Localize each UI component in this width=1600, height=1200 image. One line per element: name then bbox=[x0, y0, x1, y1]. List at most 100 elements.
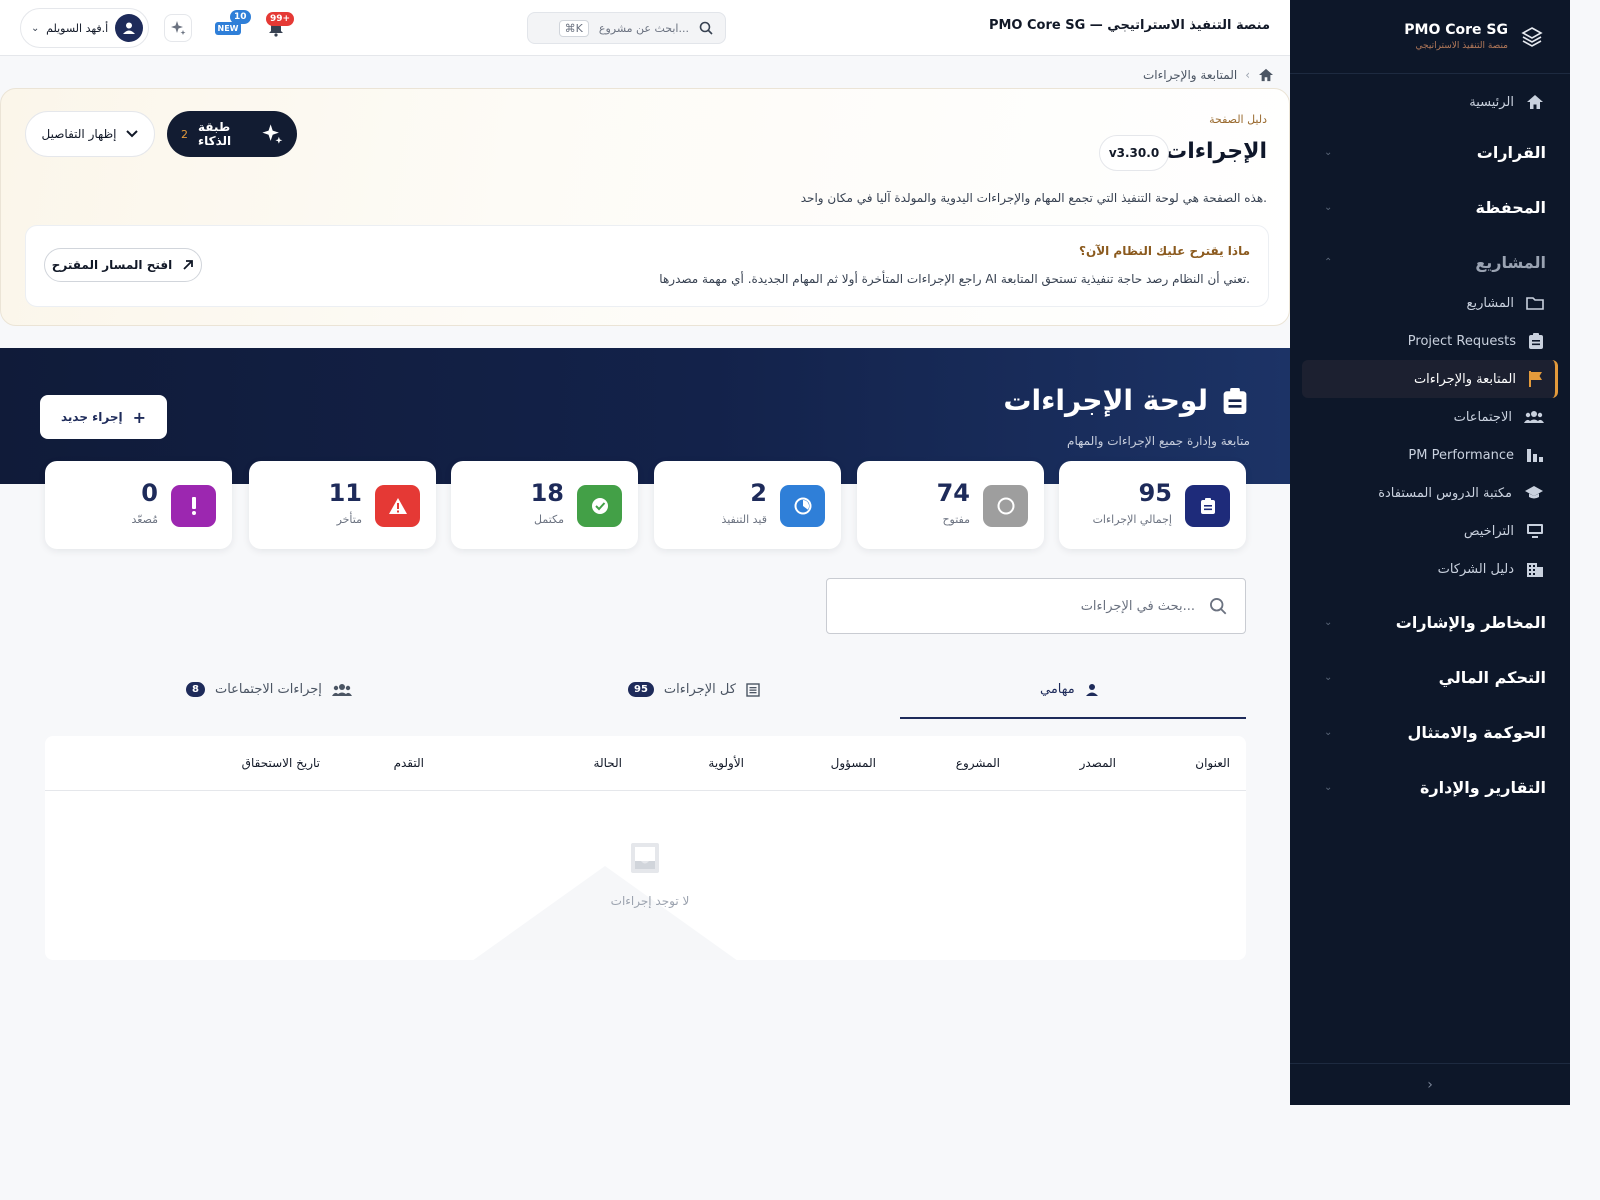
chevron-down-icon: ⌄ bbox=[1324, 616, 1333, 628]
chevron-down-icon: ⌄ bbox=[1324, 726, 1333, 738]
sidebar-item-home[interactable]: الرئيسية bbox=[1302, 83, 1558, 121]
sidebar-item-project-requests[interactable]: Project Requests bbox=[1302, 322, 1558, 360]
column-header-priority[interactable]: الأولوية bbox=[708, 756, 744, 770]
sidebar-collapse-button[interactable]: › bbox=[1290, 1063, 1570, 1105]
sidebar-section-finance[interactable]: ⌄ التحكم المالي bbox=[1302, 657, 1558, 697]
sidebar-item-label: دليل الشركات bbox=[1437, 561, 1514, 577]
open-suggested-path-button[interactable]: افتح المسار المقترح bbox=[44, 248, 202, 282]
exclamation-icon bbox=[171, 485, 216, 527]
search-placeholder: بحث في الإجراءات... bbox=[1080, 598, 1195, 614]
sidebar-item-label: PM Performance bbox=[1408, 447, 1514, 463]
brand-title: PMO Core SG bbox=[1404, 22, 1508, 38]
actions-table: العنوان المصدر المشروع المسؤول الأولوية … bbox=[45, 736, 1246, 960]
whats-new-button[interactable]: NEW 10 bbox=[214, 10, 251, 42]
user-menu[interactable]: ⌄ أ.فهد السويلم bbox=[20, 8, 149, 48]
sidebar-item-label: الاجتماعات bbox=[1453, 409, 1512, 425]
sidebar-item-label: الرئيسية bbox=[1469, 94, 1514, 110]
version-badge: v3.30.0 bbox=[1099, 135, 1169, 171]
home-icon[interactable] bbox=[1258, 68, 1274, 82]
page-title: الإجراءات bbox=[1165, 139, 1267, 164]
tab-my-tasks[interactable]: مهامي bbox=[1040, 682, 1099, 697]
sidebar-item-meetings[interactable]: الاجتماعات bbox=[1302, 398, 1558, 436]
stat-card-in-progress[interactable]: 2 قيد التنفيذ bbox=[654, 461, 841, 549]
stat-card-completed[interactable]: 18 مكتمل bbox=[451, 461, 638, 549]
stat-label: قيد التنفيذ bbox=[721, 513, 767, 526]
sidebar-section-decisions[interactable]: ⌄ القرارات bbox=[1302, 132, 1558, 172]
ai-layer-count: 2 bbox=[181, 127, 188, 141]
column-header-due-date[interactable]: تاريخ الاستحقاق bbox=[242, 756, 320, 770]
chevron-down-icon: ⌄ bbox=[1324, 671, 1333, 683]
path-button-label: افتح المسار المقترح bbox=[51, 258, 173, 272]
sidebar-section-projects[interactable]: ⌃ المشاريع bbox=[1302, 242, 1558, 282]
global-search-input[interactable]: ⌘K ابحث عن مشروع... bbox=[527, 12, 726, 44]
sidebar-section-portfolio[interactable]: ⌄ المحفظة bbox=[1302, 187, 1558, 227]
sidebar: PMO Core SG منصة التنفيذ الاستراتيجي الر… bbox=[1290, 0, 1570, 1105]
show-details-button[interactable]: إظهار التفاصيل bbox=[25, 111, 155, 157]
column-header-owner[interactable]: المسؤول bbox=[831, 756, 876, 770]
column-header-title[interactable]: العنوان bbox=[1195, 756, 1230, 770]
column-header-status[interactable]: الحالة bbox=[594, 756, 622, 770]
sidebar-section-governance[interactable]: ⌄ الحوكمة والامتثال bbox=[1302, 712, 1558, 752]
stat-label: مفتوح bbox=[942, 513, 970, 526]
sidebar-section-label: الحوكمة والامتثال bbox=[1407, 722, 1546, 742]
people-icon bbox=[1524, 410, 1544, 424]
empty-state-backdrop bbox=[465, 866, 745, 960]
stat-value: 18 bbox=[530, 479, 564, 507]
sidebar-item-label: مكتبة الدروس المستفادة bbox=[1378, 485, 1512, 501]
tab-meeting-actions[interactable]: 8 إجراءات الاجتماعات bbox=[186, 682, 352, 697]
sidebar-section-reports[interactable]: ⌄ التقارير والإدارة bbox=[1302, 767, 1558, 807]
stat-value: 0 bbox=[141, 479, 158, 507]
app-title: PMO Core SG — منصة التنفيذ الاستراتيجي bbox=[988, 18, 1270, 33]
sidebar-item-licenses[interactable]: التراخيص bbox=[1302, 512, 1558, 550]
sidebar-item-company-directory[interactable]: دليل الشركات bbox=[1302, 550, 1558, 588]
chevron-right-icon: › bbox=[1427, 1076, 1433, 1093]
search-icon bbox=[699, 21, 713, 35]
sidebar-item-follow-up[interactable]: المتابعة والإجراءات bbox=[1302, 360, 1558, 398]
chevron-down-icon: ⌄ bbox=[1324, 146, 1333, 158]
stat-card-escalated[interactable]: 0 مُصعّد bbox=[45, 461, 232, 549]
stat-value: 95 bbox=[1138, 479, 1172, 507]
flag-icon bbox=[1528, 370, 1544, 388]
stat-value: 2 bbox=[750, 479, 767, 507]
suggestion-card: ماذا يقترح عليك النظام الآن؟ راجع الإجرا… bbox=[25, 225, 1269, 307]
stat-card-total[interactable]: 95 إجمالي الإجراءات bbox=[1059, 461, 1246, 549]
tab-count: 8 bbox=[186, 682, 205, 697]
new-action-button[interactable]: إجراء جديد + bbox=[40, 395, 167, 439]
inbox-icon bbox=[630, 842, 660, 874]
notifications-badge: 99+ bbox=[266, 12, 295, 26]
stat-card-open[interactable]: 74 مفتوح bbox=[857, 461, 1044, 549]
table-header: العنوان المصدر المشروع المسؤول الأولوية … bbox=[45, 736, 1246, 791]
stat-label: مكتمل bbox=[534, 513, 564, 526]
tab-all-actions[interactable]: 95 كل الإجراءات bbox=[628, 682, 760, 697]
clipboard-icon bbox=[1222, 386, 1248, 416]
ai-layer-button[interactable]: 2 طبقة الذكاء bbox=[167, 111, 297, 157]
new-action-label: إجراء جديد bbox=[60, 410, 123, 424]
sidebar-item-lessons-library[interactable]: مكتبة الدروس المستفادة bbox=[1302, 474, 1558, 512]
people-icon bbox=[331, 683, 352, 697]
search-icon bbox=[1209, 597, 1227, 615]
stat-value: 74 bbox=[936, 479, 970, 507]
sidebar-brand[interactable]: PMO Core SG منصة التنفيذ الاستراتيجي bbox=[1290, 0, 1570, 74]
chevron-up-icon: ⌃ bbox=[1324, 256, 1333, 268]
column-header-source[interactable]: المصدر bbox=[1080, 756, 1116, 770]
notifications-button[interactable]: 99+ bbox=[262, 12, 295, 42]
stat-label: متأخر bbox=[336, 513, 362, 526]
column-header-progress[interactable]: التقدم bbox=[394, 756, 424, 770]
sidebar-section-risks[interactable]: ⌄ المخاطر والإشارات bbox=[1302, 602, 1558, 642]
ai-assistant-button[interactable] bbox=[164, 14, 192, 42]
sidebar-item-projects[interactable]: المشاريع bbox=[1302, 284, 1558, 322]
clipboard-icon bbox=[1528, 332, 1544, 350]
hero-subtitle: متابعة وإدارة جميع الإجراءات والمهام bbox=[1067, 434, 1250, 448]
sidebar-item-pm-performance[interactable]: PM Performance bbox=[1302, 436, 1558, 474]
tab-label: كل الإجراءات bbox=[663, 682, 736, 697]
check-circle-icon bbox=[577, 485, 622, 527]
column-header-project[interactable]: المشروع bbox=[956, 756, 1000, 770]
actions-search-input[interactable]: بحث في الإجراءات... bbox=[826, 578, 1246, 634]
shortcut-hint: ⌘K bbox=[558, 19, 589, 37]
stat-card-overdue[interactable]: 11 متأخر bbox=[249, 461, 436, 549]
tab-count: 95 bbox=[628, 682, 654, 697]
sidebar-item-label: المتابعة والإجراءات bbox=[1413, 371, 1516, 387]
user-name: أ.فهد السويلم bbox=[46, 21, 109, 35]
folder-icon bbox=[1526, 295, 1544, 311]
tab-label: إجراءات الاجتماعات bbox=[214, 682, 322, 697]
